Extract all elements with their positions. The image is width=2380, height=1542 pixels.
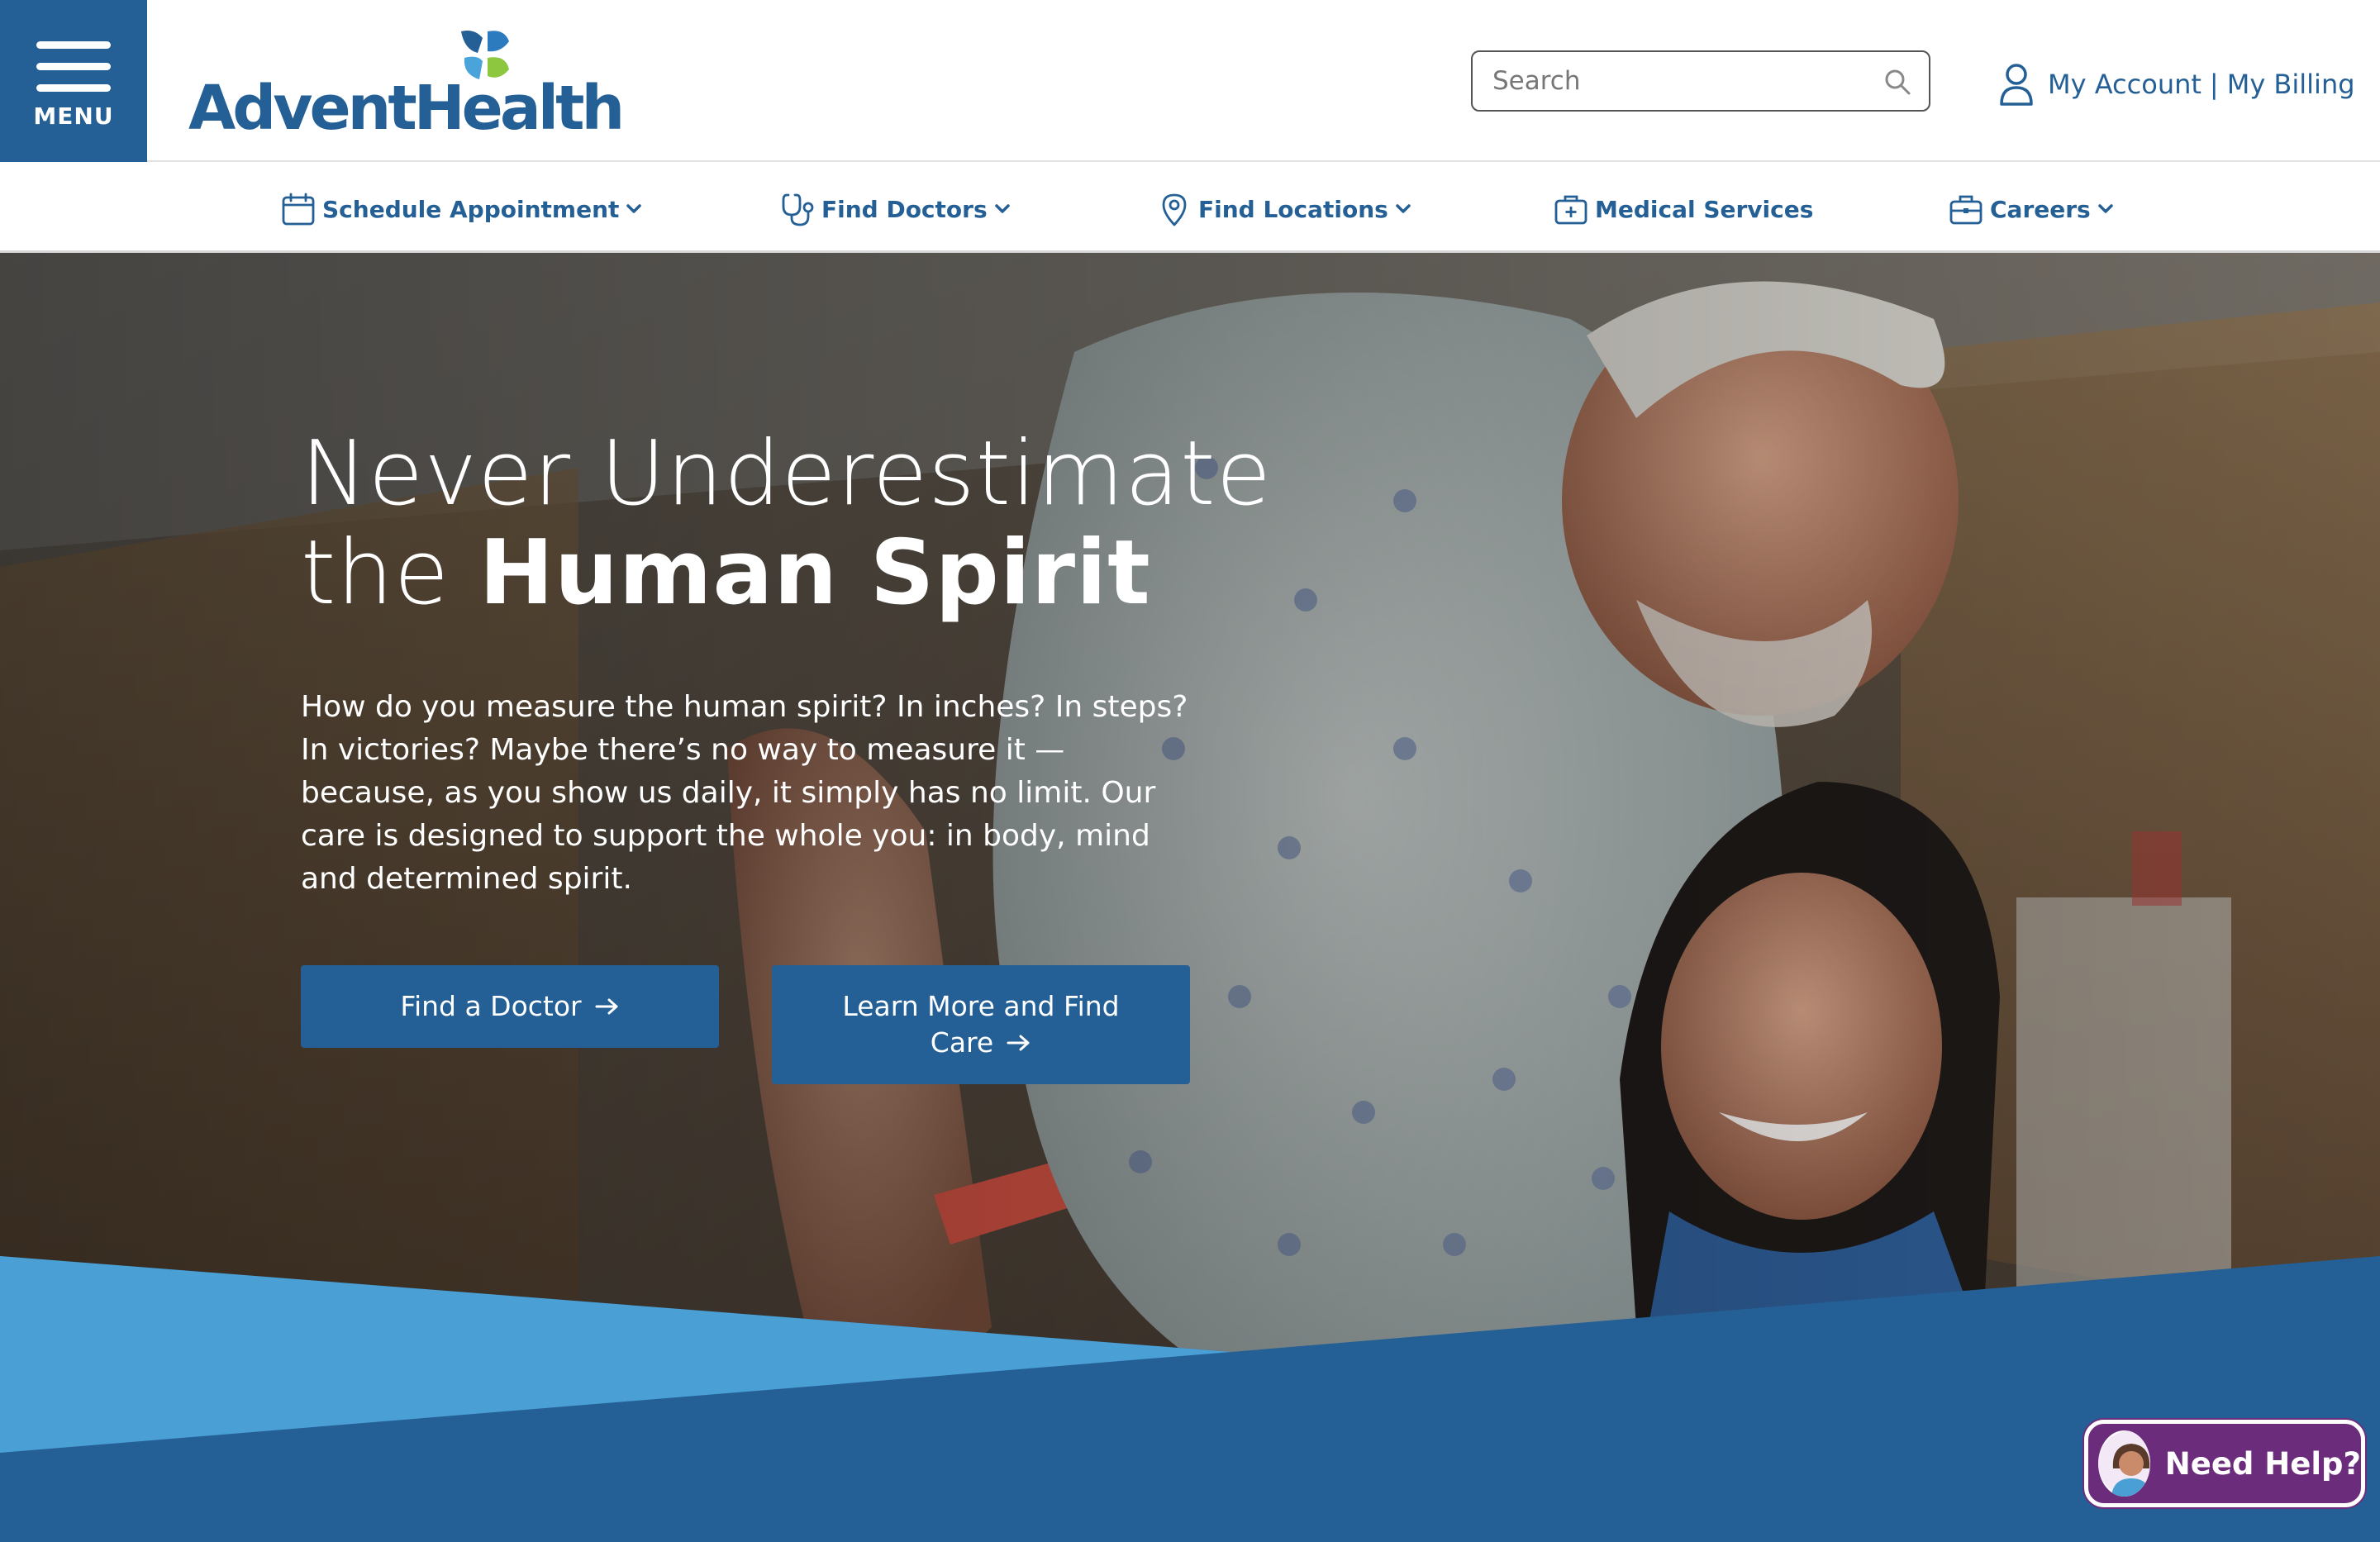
chevron-down-icon xyxy=(994,204,1010,213)
menu-button[interactable]: MENU xyxy=(0,0,147,162)
button-label: Find a Doctor xyxy=(400,990,582,1022)
hero-heading: Never Underestimate the Human Spirit xyxy=(301,425,1272,623)
hero-section: Never Underestimate the Human Spirit How… xyxy=(0,253,2380,1542)
chevron-down-icon xyxy=(1396,204,1411,213)
nav-label: Schedule Appointment xyxy=(322,195,620,223)
adventhealth-logo[interactable]: AdventHealth xyxy=(188,28,625,144)
account-links: My Account | My Billing xyxy=(1998,59,2355,109)
find-a-doctor-button[interactable]: Find a Doctor xyxy=(301,965,719,1048)
search-icon[interactable] xyxy=(1884,69,1911,95)
main-nav: Schedule Appointment Find Doctors Find L… xyxy=(0,164,2380,253)
nav-find-doctors[interactable]: Find Doctors xyxy=(780,188,1011,230)
search-box xyxy=(1471,50,1930,112)
chat-agent-avatar xyxy=(2098,1430,2150,1497)
nav-schedule-appointment[interactable]: Schedule Appointment xyxy=(281,188,642,230)
menu-label: MENU xyxy=(33,102,114,130)
nav-medical-services[interactable]: Medical Services xyxy=(1554,188,1813,230)
nav-label: Find Locations xyxy=(1198,195,1388,223)
stethoscope-icon xyxy=(782,193,814,226)
nav-careers[interactable]: Careers xyxy=(1949,188,2114,230)
hero-description: How do you measure the human spirit? In … xyxy=(301,690,1188,896)
button-label-line2: Care xyxy=(930,1026,994,1059)
user-icon xyxy=(2000,64,2033,106)
need-help-chat-button[interactable]: Need Help? xyxy=(2084,1420,2365,1507)
hero-heading-emphasis: Human Spirit xyxy=(478,521,1151,625)
location-pin-icon xyxy=(1162,193,1187,226)
briefcase-icon xyxy=(1949,195,1983,225)
arrow-right-icon xyxy=(595,998,618,1015)
chevron-down-icon xyxy=(2097,204,2113,213)
hamburger-icon xyxy=(36,41,111,106)
hero-heading-line2: the Human Spirit xyxy=(301,524,1272,623)
medical-kit-icon xyxy=(1554,195,1587,225)
nav-label: Medical Services xyxy=(1595,195,1814,223)
button-label-line2-wrap: Care xyxy=(931,1025,1031,1061)
need-help-label: Need Help? xyxy=(2164,1445,2361,1482)
nav-label: Find Doctors xyxy=(821,195,988,223)
learn-more-find-care-button[interactable]: Learn More and Find Care xyxy=(772,965,1190,1084)
nav-label: Careers xyxy=(1990,195,2091,223)
chevron-down-icon xyxy=(626,204,642,213)
hero-heading-line1: Never Underestimate xyxy=(301,422,1273,526)
logo-wordmark: AdventHealth xyxy=(188,73,625,144)
account-separator: | xyxy=(2209,69,2219,100)
my-account-link[interactable]: My Account xyxy=(2048,69,2202,100)
hero-heading-prefix: the xyxy=(301,521,479,625)
nav-find-locations[interactable]: Find Locations xyxy=(1157,188,1411,230)
site-header: MENU AdventHealth My Account | My Billin… xyxy=(0,0,2380,162)
arrow-right-icon xyxy=(1007,1035,1030,1051)
button-label-line1: Learn More and Find xyxy=(842,990,1120,1022)
search-input[interactable] xyxy=(1492,52,1856,110)
my-billing-link[interactable]: My Billing xyxy=(2227,69,2355,100)
calendar-icon xyxy=(282,193,315,226)
